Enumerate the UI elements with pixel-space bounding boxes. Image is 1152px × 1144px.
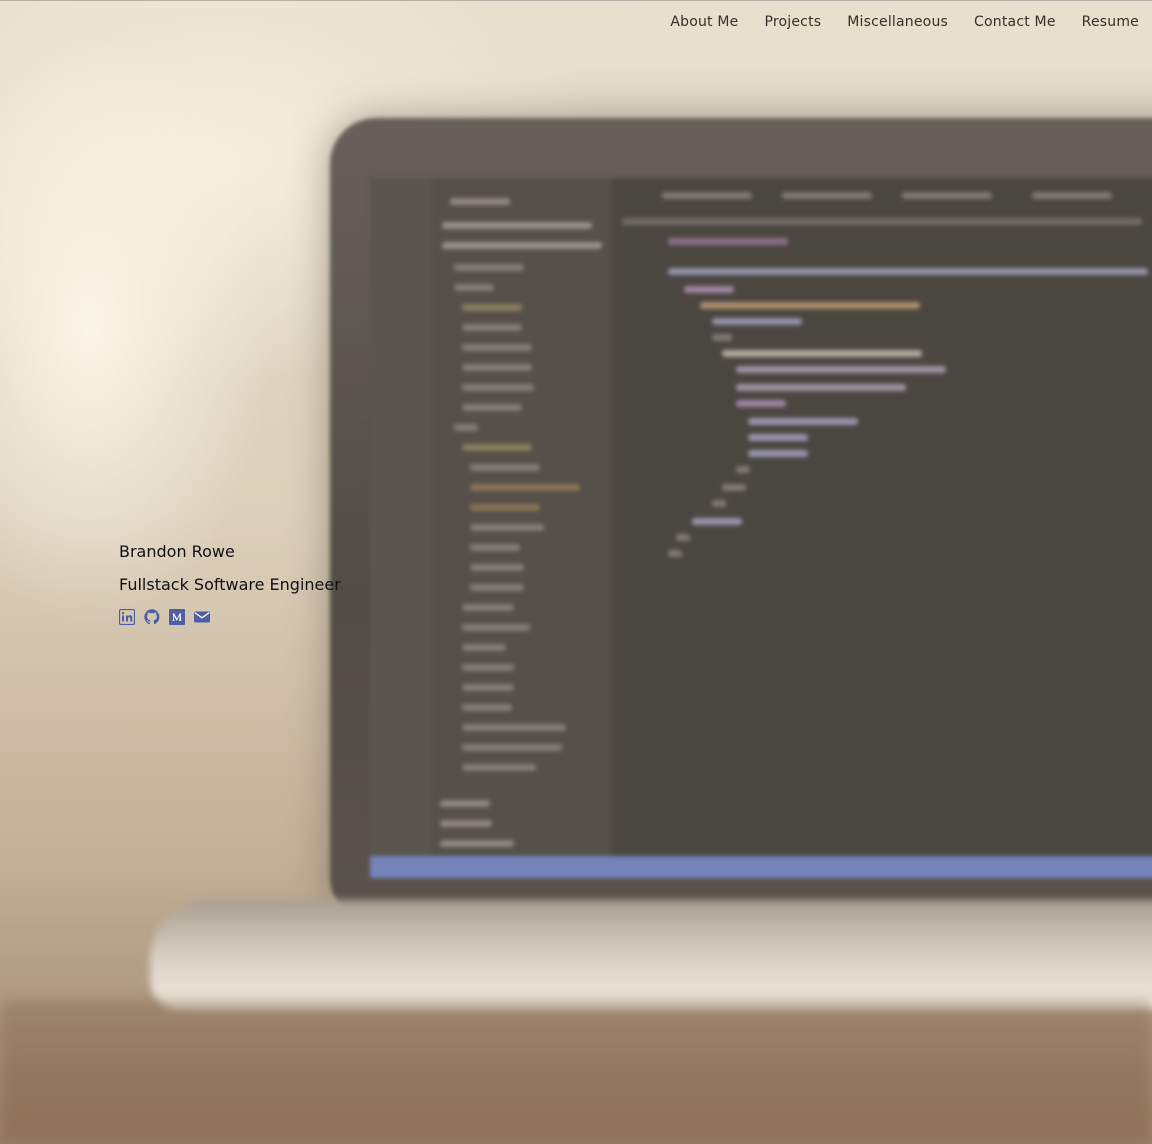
nav-link-contact-me[interactable]: Contact Me (974, 14, 1056, 30)
linkedin-icon[interactable] (119, 609, 135, 625)
nav-link-about-me[interactable]: About Me (670, 14, 738, 30)
github-icon[interactable] (144, 609, 160, 625)
nav-link-resume[interactable]: Resume (1082, 14, 1139, 30)
hero-intro: Brandon Rowe Fullstack Software Engineer (119, 541, 341, 596)
hero-title: Fullstack Software Engineer (119, 575, 341, 594)
top-border (0, 0, 1152, 1)
nav-link-projects[interactable]: Projects (764, 14, 821, 30)
nav-link-miscellaneous[interactable]: Miscellaneous (847, 14, 948, 30)
top-navigation: About Me Projects Miscellaneous Contact … (670, 10, 1139, 34)
medium-icon[interactable] (169, 609, 185, 625)
envelope-icon[interactable] (194, 609, 210, 625)
social-links (119, 609, 210, 625)
hero-name: Brandon Rowe (119, 542, 235, 561)
